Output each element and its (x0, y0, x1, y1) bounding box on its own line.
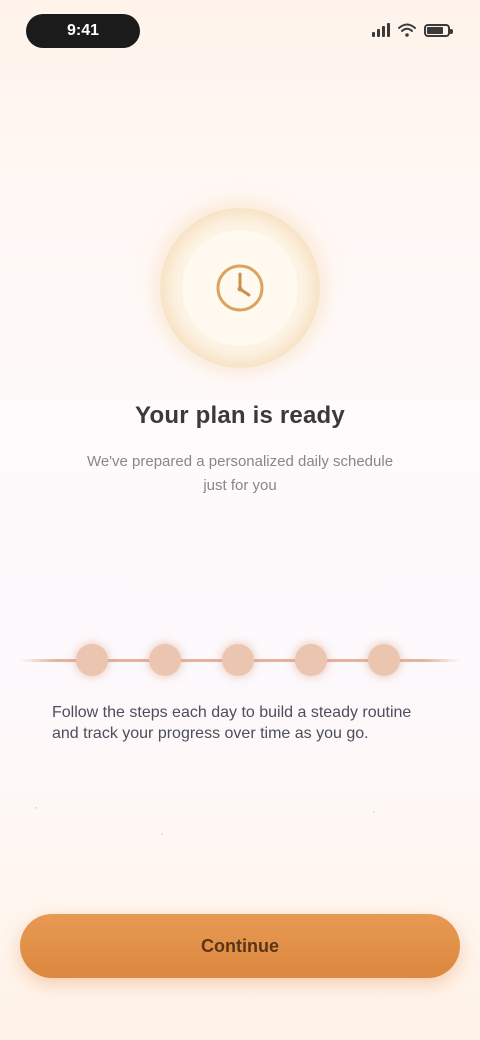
status-time: 9:41 (66, 22, 100, 39)
step-dot (368, 644, 400, 676)
footer-mark-middle: · (160, 826, 164, 840)
clock-emblem-inner (182, 230, 298, 346)
step-dot (295, 644, 327, 676)
description: Follow the steps each day to build a ste… (52, 704, 412, 742)
continue-button[interactable]: Continue (20, 914, 460, 978)
status-bar: 9:41 (0, 0, 480, 70)
clock-emblem (160, 208, 320, 368)
onboarding-screen: 9:41 Your plan is ready We've prepared a… (0, 0, 480, 1040)
clock-icon (216, 264, 264, 312)
status-icons (372, 20, 453, 40)
wifi-icon (398, 23, 416, 37)
progress-steps (20, 630, 460, 690)
step-dot (222, 644, 254, 676)
footer-mark-left: · (34, 800, 38, 814)
step-dot (76, 644, 108, 676)
signal-icon (372, 23, 390, 37)
footer-mark-right: · (372, 804, 376, 818)
status-time-pill: 9:41 (26, 14, 140, 48)
battery-icon (424, 23, 453, 37)
subtext: We've prepared a personalized daily sche… (86, 453, 394, 494)
headline: Your plan is ready (135, 402, 345, 429)
battery-fill (427, 26, 443, 34)
step-dot (149, 644, 181, 676)
